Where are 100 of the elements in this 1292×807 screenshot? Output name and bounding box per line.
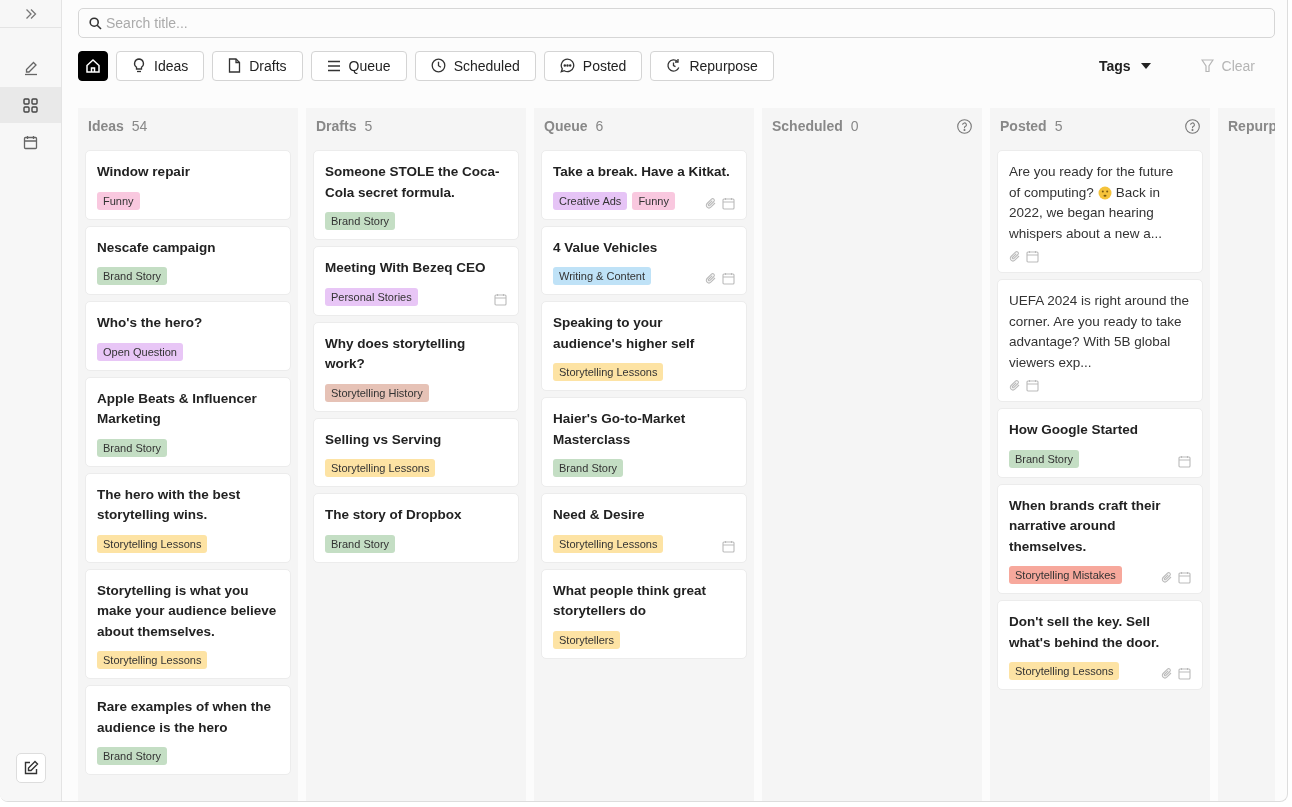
- post-card[interactable]: Meeting With Bezeq CEO Personal Stories: [313, 246, 519, 316]
- filter-button[interactable]: Ideas: [116, 50, 205, 81]
- column-count: 6: [595, 118, 604, 134]
- calendar-icon: [1026, 250, 1039, 263]
- post-card[interactable]: Window repair Funny: [85, 150, 291, 220]
- tag-label: Storytellers: [553, 630, 621, 649]
- filter-button[interactable]: [78, 50, 108, 81]
- tag-label: Brand Story: [325, 534, 396, 553]
- double-chevron-icon: [24, 7, 37, 20]
- post-card[interactable]: Why does storytelling work? Storytelling History: [313, 321, 519, 412]
- document-icon: [228, 58, 242, 73]
- calendar-icon: [23, 134, 38, 150]
- compose-button[interactable]: [15, 753, 46, 783]
- column-count: 54: [131, 118, 148, 134]
- list-icon: [326, 59, 341, 72]
- card-title: Selling vs Serving: [325, 430, 443, 449]
- calendar-icon: [1178, 667, 1191, 680]
- card-title: Speaking to your audience's higher self: [553, 314, 696, 353]
- tag-label: Storytelling Mistakes: [1009, 566, 1122, 584]
- card-title: 4 Value Vehicles: [553, 238, 659, 257]
- post-card[interactable]: What people think great storytellers do Storytellers: [541, 568, 747, 659]
- card-title: Meeting With Bezeq CEO: [325, 259, 487, 277]
- calendar-icon: [722, 272, 735, 285]
- emoji-icon: [1097, 185, 1112, 200]
- post-card[interactable]: Selling vs Serving Storytelling Lessons: [313, 417, 519, 487]
- filter-button[interactable]: Queue: [310, 50, 407, 81]
- tag-label: Funny: [632, 191, 675, 210]
- filter-button[interactable]: Drafts: [212, 50, 303, 81]
- card-title: Someone STOLE the Coca-Cola secret formula.: [325, 163, 501, 202]
- calendar-icon: [494, 292, 507, 306]
- tag-label: Brand Story: [97, 747, 168, 765]
- filter-button[interactable]: Scheduled: [414, 50, 536, 81]
- post-card[interactable]: How Google Started Brand Story: [997, 408, 1203, 478]
- tag-label: Storytelling Lessons: [553, 363, 664, 381]
- lightbulb-icon: [132, 58, 146, 73]
- paperclip-icon: [1009, 379, 1021, 392]
- calendar-icon: [1178, 571, 1191, 584]
- help-icon[interactable]: [1185, 118, 1200, 134]
- calendar-icon: [722, 196, 735, 210]
- card-title: Don't sell the key. Sell what's behind the door.: [1009, 613, 1161, 652]
- post-card[interactable]: Someone STOLE the Coca-Cola secret formula. Brand Story: [313, 150, 519, 240]
- search-field[interactable]: Search title...: [78, 8, 1275, 38]
- column-count: 5: [364, 118, 373, 134]
- post-card[interactable]: UEFA 2024 is right around the corner. Are you ready to take advantage? With 5B global viewers exp...: [997, 279, 1203, 402]
- post-card[interactable]: Don't sell the key. Sell what's behind the door. Storytelling Lessons: [997, 600, 1203, 690]
- post-card[interactable]: Need & Desire Storytelling Lessons: [541, 493, 747, 563]
- card-title: Haier's Go-to-Market Masterclass: [553, 410, 687, 449]
- post-card[interactable]: Rare examples of when the audience is the hero Brand Story: [85, 685, 291, 775]
- tag-label: Open Question: [97, 342, 183, 361]
- tag-label: Brand Story: [325, 212, 396, 230]
- card-title: When brands craft their narrative around themselves.: [1009, 496, 1162, 556]
- caret-icon: [1140, 62, 1151, 69]
- card-excerpt: of computing?: [1009, 183, 1094, 202]
- card-title: How Google Started: [1009, 421, 1139, 439]
- clock-icon: [430, 58, 446, 73]
- tag-label: Brand Story: [553, 459, 624, 477]
- post-card[interactable]: When brands craft their narrative around themselves. Storytelling Mistakes: [997, 483, 1203, 594]
- post-card[interactable]: Nescafe campaign Brand Story: [85, 225, 291, 295]
- history-icon: [666, 58, 682, 73]
- tag-label: Storytelling Lessons: [97, 534, 208, 553]
- home-icon: [85, 57, 101, 74]
- card-title: Rare examples of when the audience is the hero: [97, 698, 273, 737]
- card-title: The hero with the best storytelling wins.: [97, 485, 242, 524]
- grid-icon: [23, 97, 38, 113]
- tag-label: Brand Story: [97, 438, 168, 457]
- tags-dropdown[interactable]: Tags: [1092, 56, 1157, 75]
- paperclip-icon: [705, 196, 717, 210]
- post-card[interactable]: Are you ready for the future of computing? Back in 2022, we began hearing whispers about a new a...: [997, 150, 1203, 273]
- post-card[interactable]: Speaking to your audience's higher self Storytelling Lessons: [541, 301, 747, 391]
- post-card[interactable]: Haier's Go-to-Market Masterclass Brand Story: [541, 397, 747, 487]
- filter-button[interactable]: Repurpose: [650, 50, 774, 81]
- card-excerpt: Are you ready for the future: [1009, 164, 1174, 179]
- help-icon[interactable]: [957, 118, 972, 134]
- calendar-icon: [1026, 379, 1039, 392]
- tag-label: Writing & Content: [553, 267, 651, 285]
- post-card[interactable]: Apple Beats & Influencer Marketing Brand Story: [85, 376, 291, 467]
- sidebar-item[interactable]: [0, 87, 61, 123]
- card-title: Apple Beats & Influencer Marketing: [97, 389, 258, 428]
- chat-bubble-icon: [559, 58, 575, 73]
- post-card[interactable]: The hero with the best storytelling wins. Storytelling Lessons: [85, 472, 291, 563]
- tag-label: Storytelling Lessons: [325, 459, 436, 477]
- column-title: Scheduled: [772, 118, 843, 134]
- tag-label: Creative Ads: [553, 191, 628, 210]
- post-card[interactable]: The story of Dropbox Brand Story: [313, 493, 519, 563]
- card-title: Nescafe campaign: [97, 238, 217, 257]
- post-card[interactable]: Storytelling is what you make your audience believe about themselves. Storytelling Lessons: [85, 568, 291, 679]
- card-excerpt: 2022, we began hearing whispers about a new a...: [1009, 205, 1163, 241]
- post-card[interactable]: Take a break. Have a Kitkat. Creative Ads Funny: [541, 150, 747, 220]
- tag-label: Personal Stories: [325, 287, 418, 306]
- compose-icon: [22, 760, 39, 776]
- card-title: The story of Dropbox: [325, 506, 463, 524]
- column-title: Queue: [544, 118, 588, 134]
- card-title: Need & Desire: [553, 506, 646, 524]
- filter-button[interactable]: Posted: [543, 50, 643, 81]
- post-card[interactable]: 4 Value Vehicles Writing & Content: [541, 225, 747, 295]
- column-count: 5: [1054, 118, 1063, 134]
- paperclip-icon: [1009, 250, 1021, 263]
- post-card[interactable]: Who's the hero? Open Question: [85, 301, 291, 371]
- card-title: Who's the hero?: [97, 314, 204, 332]
- column-count: 0: [850, 118, 859, 134]
